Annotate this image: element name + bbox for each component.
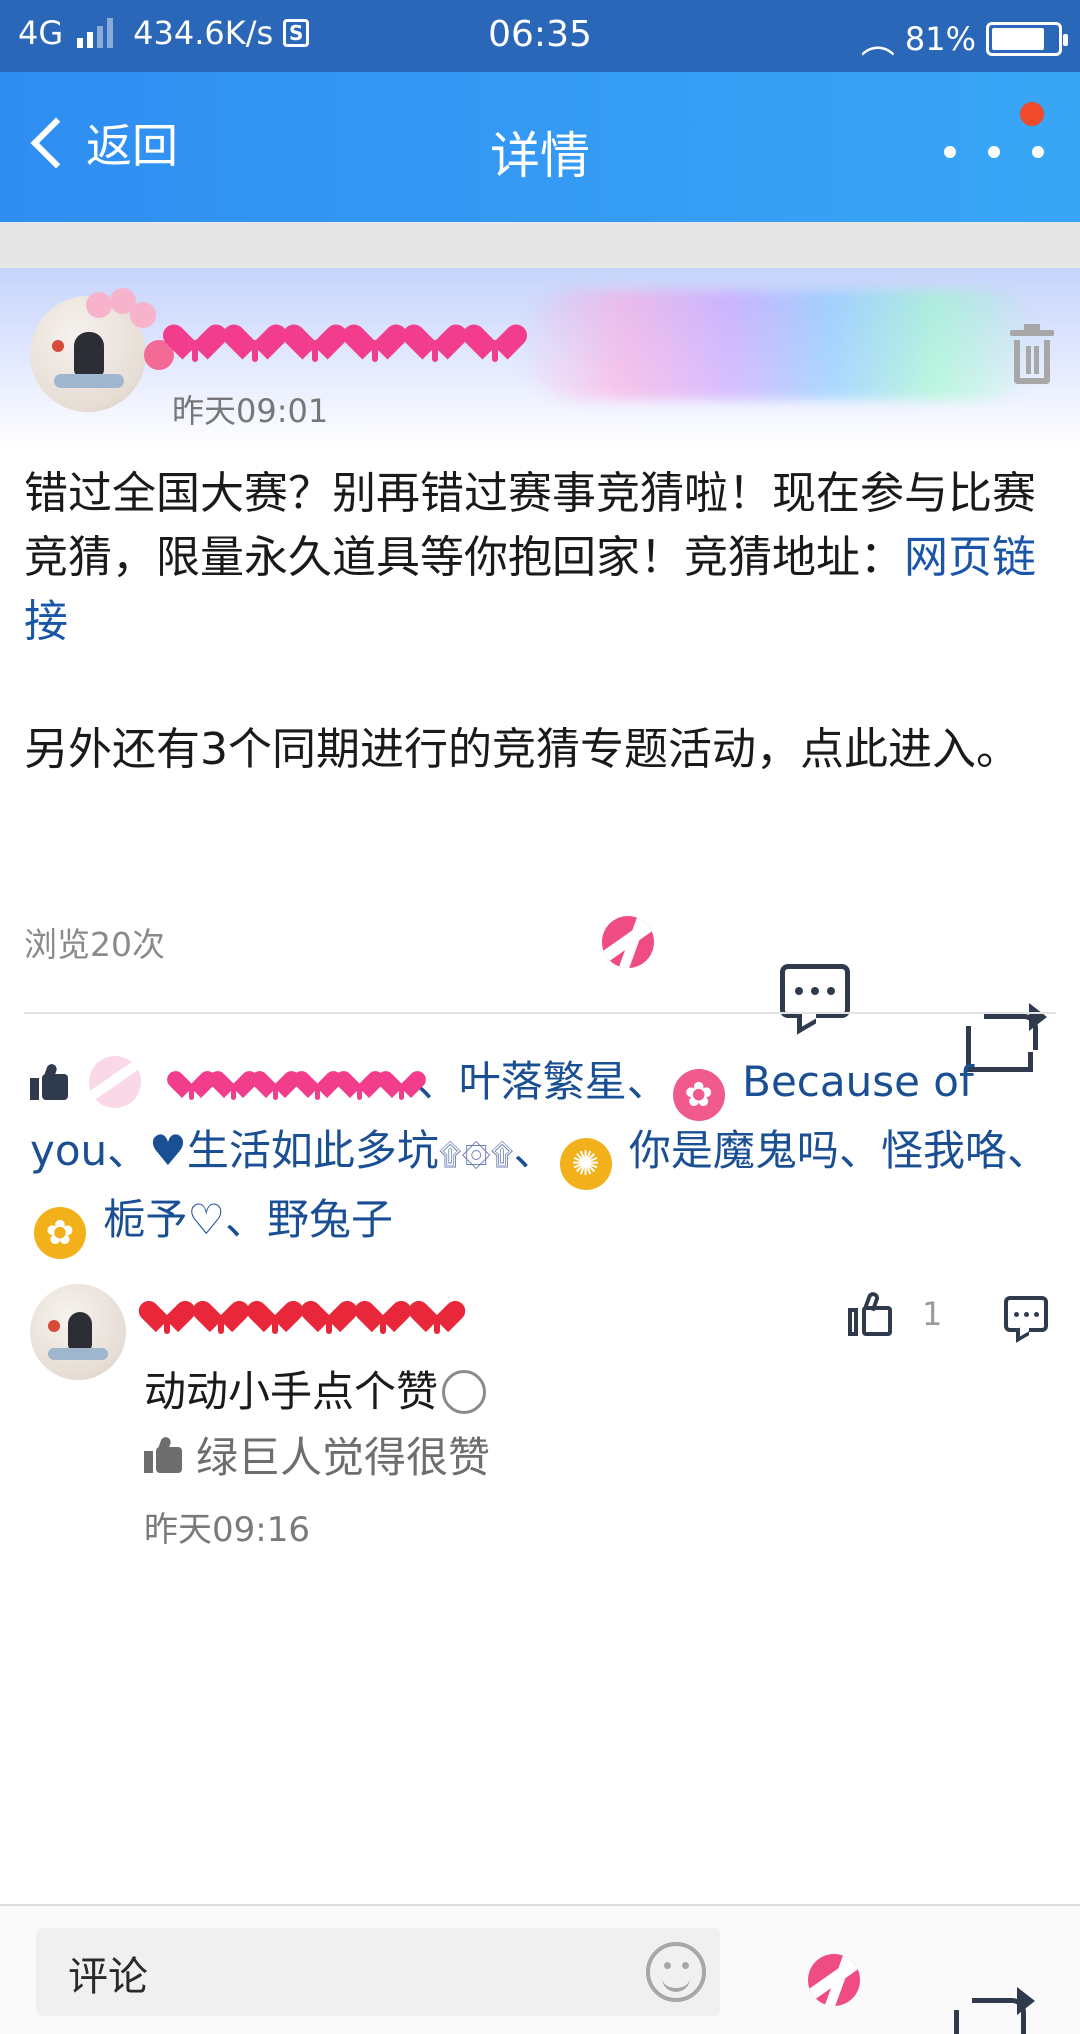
heart-icon [204,1288,240,1336]
share-icon[interactable] [954,1987,1035,2034]
emoji-icon [442,1370,487,1414]
content-text: 错过全国大赛？别再错过赛事竞猜啦！现在参与比赛竞猜，限量永久道具等你抱回家！竞猜… [24,468,1036,583]
heart-icon [303,1060,333,1100]
liker-name[interactable]: 你是魔鬼吗 [629,1126,839,1175]
battery-icon [986,21,1068,56]
title-bar: 返回 详情 [0,72,1080,222]
view-count: 浏览20次 [24,925,165,964]
comment-like-count: 1 [922,1295,943,1333]
liker-name[interactable]: ♥生活如此多坑 [149,1126,439,1175]
comment-text: 动动小手点个赞 [144,1358,487,1419]
liker-name[interactable]: 野兔子 [267,1195,393,1244]
likers-list: 、叶落繁星、 ✿ Because of you、♥生活如此多坑۩۞۩、 ✺ 你是魔鬼… [30,1052,1060,1259]
wifi-icon: ︵ [860,22,895,62]
heart-icon [356,310,394,362]
battery-level [992,27,1044,50]
comment-time: 昨天09:16 [144,1510,310,1550]
thumb-up-icon [144,1435,182,1473]
notification-dot [1020,102,1044,126]
blossom-decoration [30,288,174,370]
star-badge-icon: ✺ [559,1138,612,1190]
status-right: ︵ 81% [860,14,1068,63]
post-content: 错过全国大赛？别再错过赛事竞猜啦！现在参与比赛竞猜，限量永久道具等你抱回家！竞猜… [24,462,1054,846]
ball-icon[interactable] [808,1954,860,2006]
comment-input[interactable]: 评论 [36,1928,720,2016]
heart-icon [177,1060,207,1100]
thumb-up-icon [30,1062,68,1100]
heart-icon [150,1288,186,1336]
heart-icon [366,1288,402,1336]
flower-badge-icon: ✿ [34,1207,86,1259]
liker-name[interactable]: 叶落繁星 [459,1057,627,1106]
divider [24,1012,1056,1014]
liker-hearts [177,1060,417,1100]
post-time: 昨天09:01 [172,392,329,430]
more-icon-dot [1032,146,1044,158]
heart-icon [236,310,274,362]
more-button[interactable] [944,102,1044,172]
liker-name[interactable]: 栀予♡ [103,1195,225,1244]
comment-placeholder: 评论 [68,1954,148,2000]
more-icon-dot [988,146,1000,158]
commenter-avatar[interactable] [30,1284,126,1380]
content-paragraph-1: 错过全国大赛？别再错过赛事竞猜啦！现在参与比赛竞猜，限量永久道具等你抱回家！竞猜… [24,462,1054,654]
heart-icon [176,310,214,362]
bottom-bar: 评论 [0,1904,1080,2034]
heart-icon [420,1288,456,1336]
content-paragraph-2[interactable]: 另外还有3个同期进行的竞猜专题活动，点此进入。 [24,718,1054,782]
heart-icon [312,1288,348,1336]
section-gap [0,222,1080,268]
heart-icon [296,310,334,362]
heart-icon [261,1060,291,1100]
rainbow-decoration [520,290,1040,400]
heart-icon [416,310,454,362]
emoji-icon[interactable] [646,1942,706,2002]
flower-badge-icon: ✿ [672,1069,725,1121]
comment-icon[interactable] [780,964,850,1018]
trash-icon[interactable] [1010,324,1054,386]
battery-percent: 81% [904,19,976,58]
comment-liked-by: 绿巨人觉得很赞 [144,1424,490,1485]
page-title: 详情 [490,127,590,185]
heart-icon [219,1060,249,1100]
pink-ball-icon [89,1056,142,1108]
more-icon [944,146,956,158]
status-bar: 4G 434.6K/s S 06:35 ︵ 81% [0,0,1080,72]
heart-icon [345,1060,375,1100]
author-hearts [176,310,514,362]
comment-like-button[interactable]: 1 [848,1290,943,1336]
commenter-hearts [150,1288,456,1336]
liker-name[interactable]: 怪我咯 [881,1126,1007,1175]
avatar-base [54,374,124,388]
ball-icon[interactable] [602,916,654,968]
heart-icon [476,310,514,362]
heart-icon [258,1288,294,1336]
deco-symbols: ۩۞۩ [438,1138,514,1173]
reply-icon[interactable] [1004,1296,1048,1332]
heart-icon [387,1060,417,1100]
thumb-up-icon [848,1290,892,1336]
